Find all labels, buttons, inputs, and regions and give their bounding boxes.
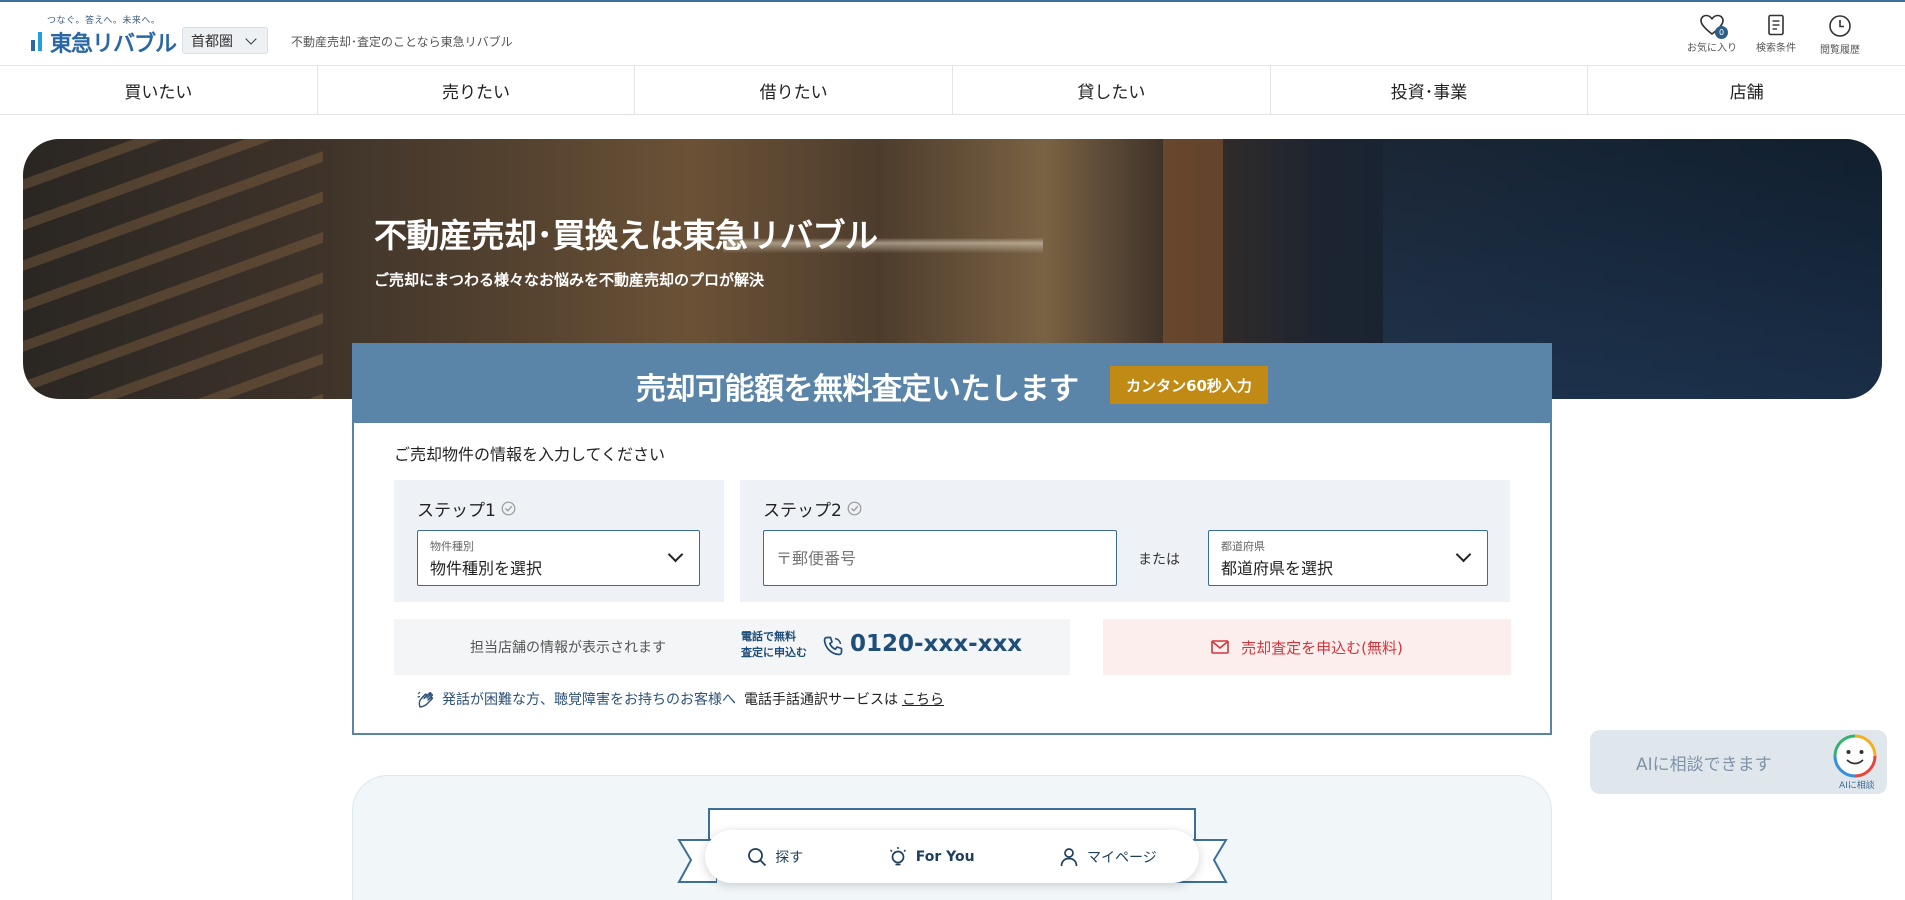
appraisal-lead: ご売却物件の情報を入力してください <box>394 445 666 464</box>
hero-title: 不動産売却･買換えは東急リバブル <box>374 216 878 255</box>
site-logo[interactable]: つなぐ。答えへ。未来へ。 東急リバブル <box>30 11 177 57</box>
tel-note-line2: 査定に申込む <box>741 646 807 659</box>
mail-icon <box>1211 640 1229 654</box>
ai-assistant-face-icon <box>1833 734 1877 778</box>
step2-panel: ステップ2 または 都道府県 都道府県を選択 <box>740 480 1510 602</box>
area-select-value: 首都圏 <box>191 33 233 50</box>
nav-item-buy[interactable]: 買いたい <box>0 66 318 114</box>
nav-item-rent[interactable]: 借りたい <box>635 66 954 114</box>
postal-code-input[interactable] <box>763 530 1117 586</box>
document-icon <box>1768 14 1784 36</box>
favorites-link[interactable]: 0 お気に入り <box>1682 14 1742 58</box>
prefecture-label: 都道府県 <box>1221 540 1265 553</box>
logo-mark-icon <box>31 32 42 51</box>
step2-heading: ステップ2 <box>763 496 862 521</box>
ai-chat-widget[interactable]: AIに相談できます AIに相談 <box>1590 730 1887 794</box>
nav-item-investment[interactable]: 投資･事業 <box>1271 66 1589 114</box>
quick-input-badge: カンタン60秒入力 <box>1110 366 1268 404</box>
bottom-nav-search-label: 探す <box>775 849 804 866</box>
chevron-down-icon <box>667 546 684 563</box>
sign-language-notice: 発話が困難な方、聴覚障害をお持ちのお客様へ 電話手話通訳サービスは こちら <box>416 689 944 709</box>
step2-label: ステップ2 <box>763 501 842 521</box>
chevron-down-icon <box>1455 546 1472 563</box>
global-nav: 買いたい 売りたい 借りたい 貸したい 投資･事業 店舗 <box>0 65 1905 115</box>
property-type-value: 物件種別を選択 <box>430 559 543 578</box>
appraisal-form-card: 売却可能額を無料査定いたします カンタン60秒入力 ご売却物件の情報を入力してく… <box>352 343 1552 735</box>
property-type-select[interactable]: 物件種別 物件種別を選択 <box>417 530 700 586</box>
prefecture-value: 都道府県を選択 <box>1221 559 1334 578</box>
tel-note: 電話で無料 査定に申込む <box>741 629 807 661</box>
chevron-down-icon <box>245 33 257 45</box>
bottom-nav-search[interactable]: 探す <box>747 847 803 867</box>
clock-icon <box>1829 15 1851 37</box>
or-separator: または <box>1138 552 1180 568</box>
nav-item-stores[interactable]: 店舗 <box>1588 66 1905 114</box>
sign-language-service: 電話手話通訳サービスは <box>744 692 898 708</box>
tel-number-link[interactable]: 0120-xxx-xxx <box>850 631 1022 657</box>
phone-icon <box>823 636 843 656</box>
history-link[interactable]: 閲覧履歴 <box>1810 14 1870 58</box>
logo-text: 東急リバブル <box>50 32 177 57</box>
history-label: 閲覧履歴 <box>1820 45 1860 56</box>
tel-note-line1: 電話で無料 <box>741 630 796 643</box>
check-circle-icon <box>501 501 516 516</box>
hero-subtitle: ご売却にまつわる様々なお悩みを不動産売却のプロが解決 <box>374 271 765 289</box>
bottom-nav-mypage-label: マイページ <box>1087 849 1157 866</box>
bottom-nav-for-you-label: For You <box>915 848 975 865</box>
hero-stairs-decoration <box>23 139 323 399</box>
appraisal-title: 売却可能額を無料査定いたします <box>636 372 1079 407</box>
apply-appraisal-button[interactable]: 売却査定を申込む(無料) <box>1103 619 1511 675</box>
bottom-nav-for-you[interactable]: For You <box>888 846 975 868</box>
site-header: つなぐ。答えへ。未来へ。 東急リバブル 首都圏 不動産売却･査定のことなら東急リ… <box>0 2 1905 65</box>
logo-tagline: つなぐ。答えへ。未来へ。 <box>47 16 161 26</box>
favorites-label: お気に入り <box>1687 43 1737 54</box>
area-select[interactable]: 首都圏 <box>182 27 268 54</box>
favorites-count-badge: 0 <box>1715 26 1728 39</box>
appraisal-header: 売却可能額を無料査定いたします カンタン60秒入力 <box>354 345 1550 423</box>
bottom-nav-mypage[interactable]: マイページ <box>1059 847 1157 867</box>
search-conditions-label: 検索条件 <box>1756 43 1796 54</box>
bottom-navigation-bar: 探す For You マイページ <box>705 830 1199 883</box>
step1-panel: ステップ1 物件種別 物件種別を選択 <box>394 480 724 602</box>
store-info-panel: 担当店舗の情報が表示されます 電話で無料 査定に申込む 0120-xxx-xxx <box>394 619 1070 675</box>
prefecture-select[interactable]: 都道府県 都道府県を選択 <box>1208 530 1488 586</box>
search-conditions-link[interactable]: 検索条件 <box>1746 14 1806 58</box>
apply-appraisal-label: 売却査定を申込む(無料) <box>1241 638 1403 657</box>
store-info-text: 担当店舗の情報が表示されます <box>470 640 666 656</box>
step1-heading: ステップ1 <box>417 496 516 521</box>
nav-item-lease[interactable]: 貸したい <box>953 66 1271 114</box>
sign-language-icon <box>417 691 434 708</box>
sign-language-text: 発話が困難な方、聴覚障害をお持ちのお客様へ <box>442 692 736 708</box>
header-description: 不動産売却･査定のことなら東急リバブル <box>291 35 513 49</box>
ai-chat-label: AIに相談 <box>1839 781 1875 791</box>
check-circle-icon <box>847 501 862 516</box>
lightbulb-icon <box>889 846 906 865</box>
user-icon <box>1060 847 1078 866</box>
property-type-label: 物件種別 <box>430 540 474 553</box>
sign-language-link[interactable]: こちら <box>902 689 944 709</box>
search-icon <box>748 847 767 866</box>
nav-item-sell[interactable]: 売りたい <box>318 66 636 114</box>
step1-label: ステップ1 <box>417 501 496 521</box>
ai-chat-text: AIに相談できます <box>1636 755 1772 775</box>
